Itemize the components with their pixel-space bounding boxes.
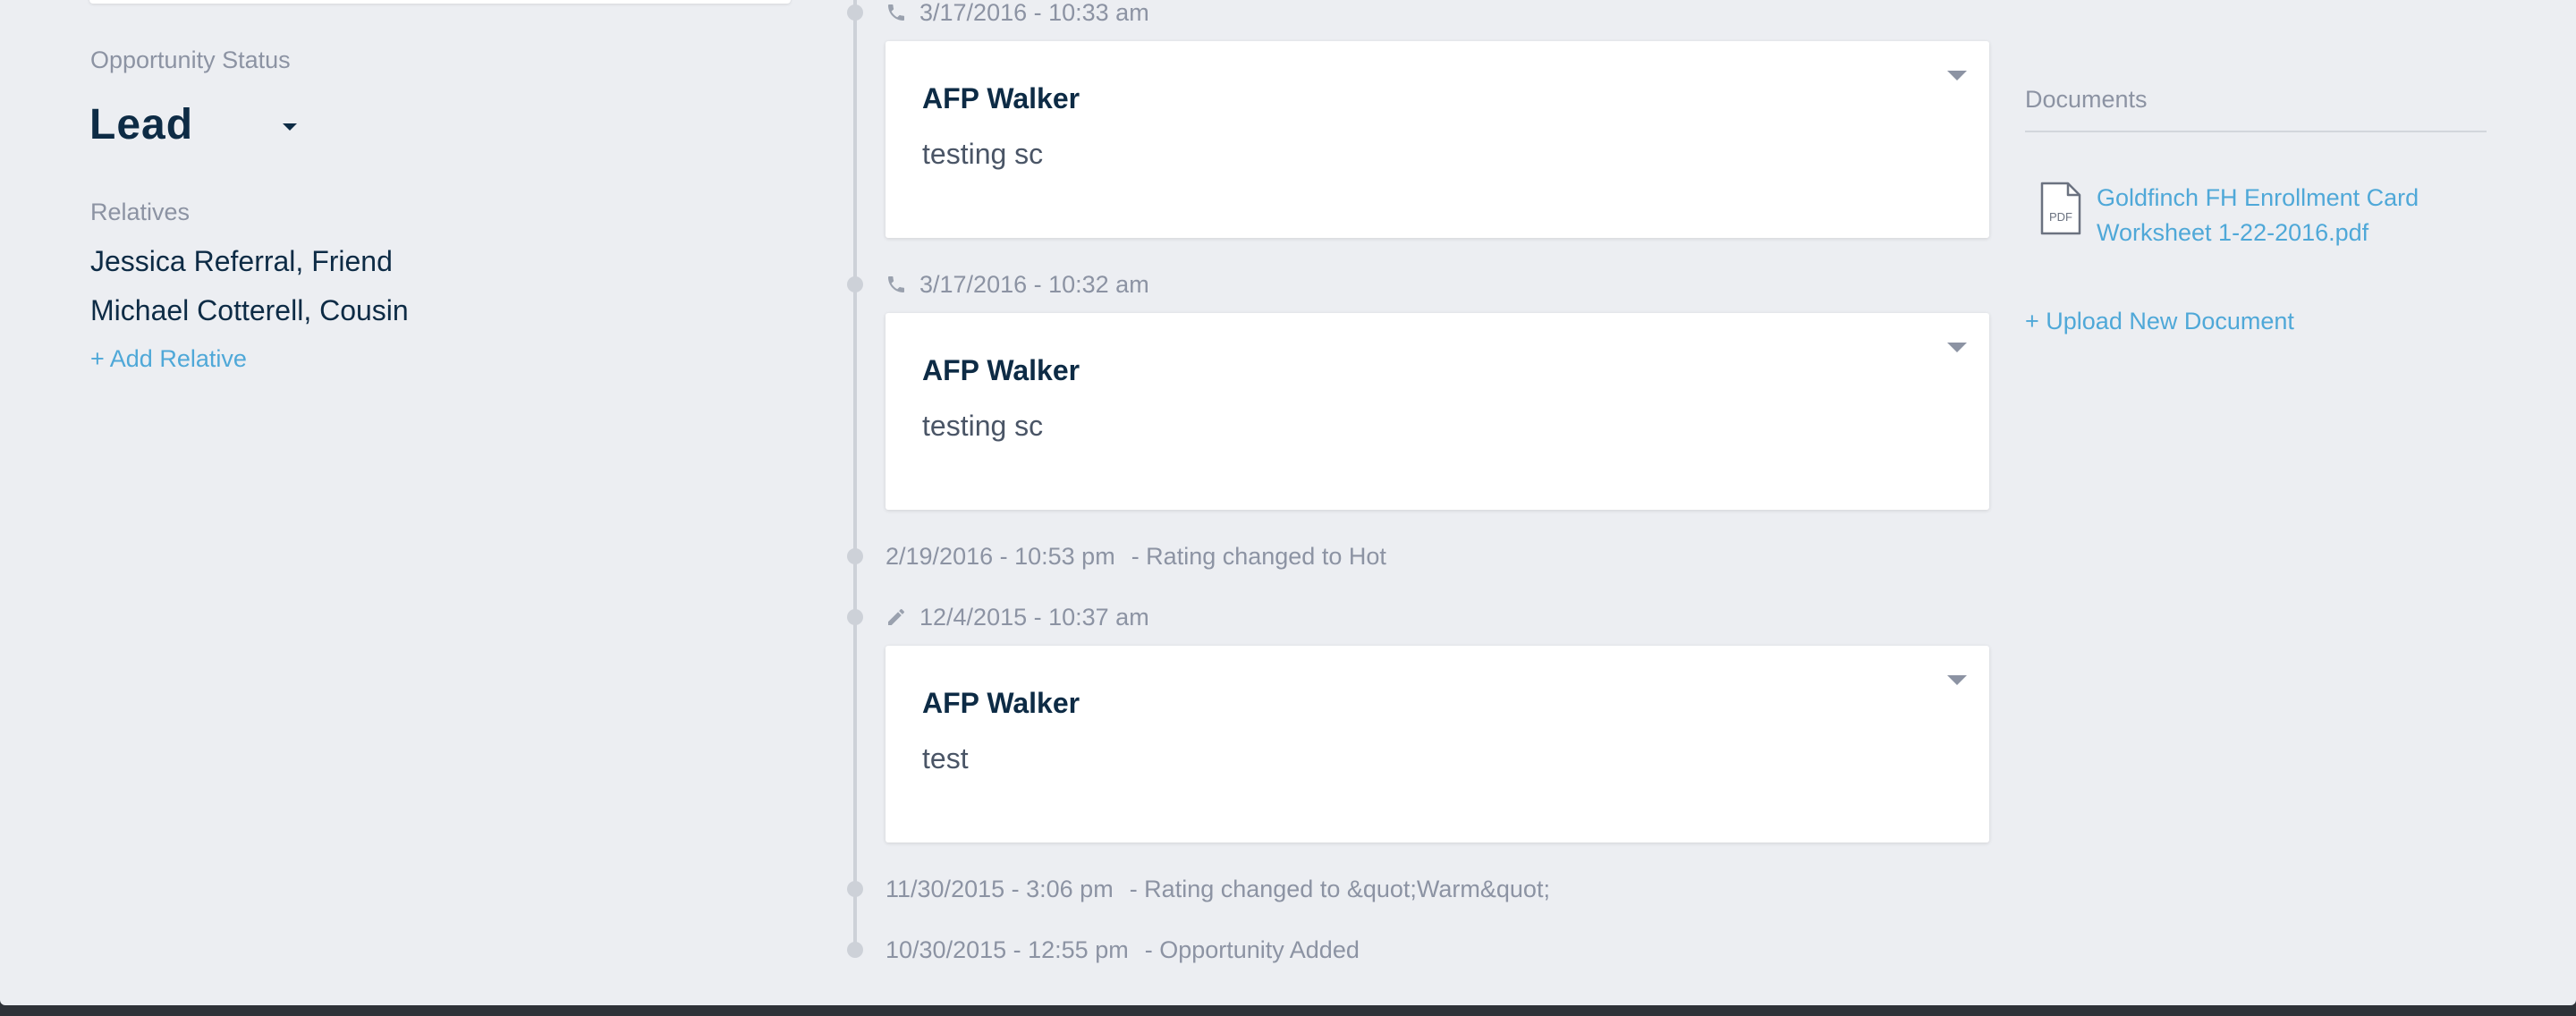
timeline-line — [853, 0, 857, 952]
chevron-down-icon — [283, 123, 298, 131]
phone-icon — [888, 276, 904, 292]
caret-down-icon — [1947, 342, 1967, 352]
opportunity-status-value: Lead — [89, 101, 194, 148]
phone-icon — [888, 4, 904, 21]
timeline-header: 3/17/2016 - 10:32 am — [886, 270, 1149, 298]
note-body: testing sc — [922, 138, 1044, 170]
document-name-line: Goldfinch FH Enrollment Card — [2097, 184, 2419, 211]
documents-title: Documents — [2025, 86, 2148, 113]
timeline-timestamp: 2/19/2016 - 10:53 pm — [886, 542, 1115, 570]
timeline-event-note: - Opportunity Added — [1144, 936, 1360, 963]
timeline-timestamp: 11/30/2015 - 3:06 pm — [886, 875, 1114, 902]
timeline-note-card: AFP Walker test — [886, 646, 1989, 842]
timeline-event: 10/30/2015 - 12:55 pm - Opportunity Adde… — [886, 936, 1360, 963]
pencil-icon — [888, 608, 904, 625]
timeline-timestamp: 10/30/2015 - 12:55 pm — [886, 936, 1129, 963]
timeline-dot — [847, 276, 863, 292]
card-menu-button[interactable] — [1941, 669, 1973, 690]
note-author: AFP Walker — [922, 354, 1080, 386]
document-item[interactable]: PDF Goldfinch FH Enrollment Card Workshe… — [2039, 181, 2481, 250]
top-card-edge — [89, 0, 791, 4]
opportunity-status-label: Opportunity Status — [90, 47, 291, 73]
note-body: testing sc — [922, 410, 1044, 442]
note-body: test — [922, 742, 969, 775]
timeline-timestamp: 3/17/2016 - 10:33 am — [919, 0, 1149, 26]
timeline-event: 11/30/2015 - 3:06 pm - Rating changed to… — [886, 876, 1550, 902]
relative-item: Jessica Referral, Friend — [90, 245, 393, 277]
note-author: AFP Walker — [922, 687, 1080, 719]
timeline-timestamp: 12/4/2015 - 10:37 am — [919, 603, 1149, 631]
timeline-note-card: AFP Walker testing sc — [886, 313, 1989, 510]
card-menu-button[interactable] — [1941, 64, 1973, 86]
timeline-event: 2/19/2016 - 10:53 pm - Rating changed to… — [886, 543, 1386, 570]
timeline-note-card: AFP Walker testing sc — [886, 41, 1989, 238]
timeline-dot — [847, 881, 863, 897]
document-name-line: Worksheet 1-22-2016.pdf — [2097, 219, 2369, 246]
caret-down-icon — [1947, 70, 1967, 80]
add-relative-link[interactable]: + Add Relative — [90, 345, 247, 373]
timeline-event-note: - Rating changed to Hot — [1131, 542, 1386, 570]
timeline-header: 12/4/2015 - 10:37 am — [886, 603, 1149, 631]
timeline-timestamp: 3/17/2016 - 10:32 am — [919, 270, 1149, 298]
document-link[interactable]: Goldfinch FH Enrollment Card Worksheet 1… — [2097, 181, 2481, 250]
documents-divider — [2025, 131, 2487, 132]
pdf-file-icon: PDF — [2040, 182, 2081, 235]
upload-document-link[interactable]: + Upload New Document — [2025, 308, 2294, 335]
pdf-badge-text: PDF — [2049, 210, 2072, 224]
timeline-dot — [847, 942, 863, 958]
timeline-header: 3/17/2016 - 10:33 am — [886, 0, 1149, 26]
timeline-dot — [847, 548, 863, 564]
note-author: AFP Walker — [922, 82, 1080, 114]
timeline-event-note: - Rating changed to &quot;Warm&quot; — [1129, 875, 1550, 902]
opportunity-status-dropdown[interactable]: Lead — [89, 100, 298, 149]
card-menu-button[interactable] — [1941, 336, 1973, 358]
timeline-dot — [847, 609, 863, 625]
timeline-dot — [847, 4, 863, 21]
caret-down-icon — [1947, 674, 1967, 685]
relative-item: Michael Cotterell, Cousin — [90, 294, 409, 326]
opportunity-detail-page: Opportunity Status Lead Relatives Jessic… — [0, 0, 2576, 1005]
relatives-label: Relatives — [90, 199, 191, 225]
